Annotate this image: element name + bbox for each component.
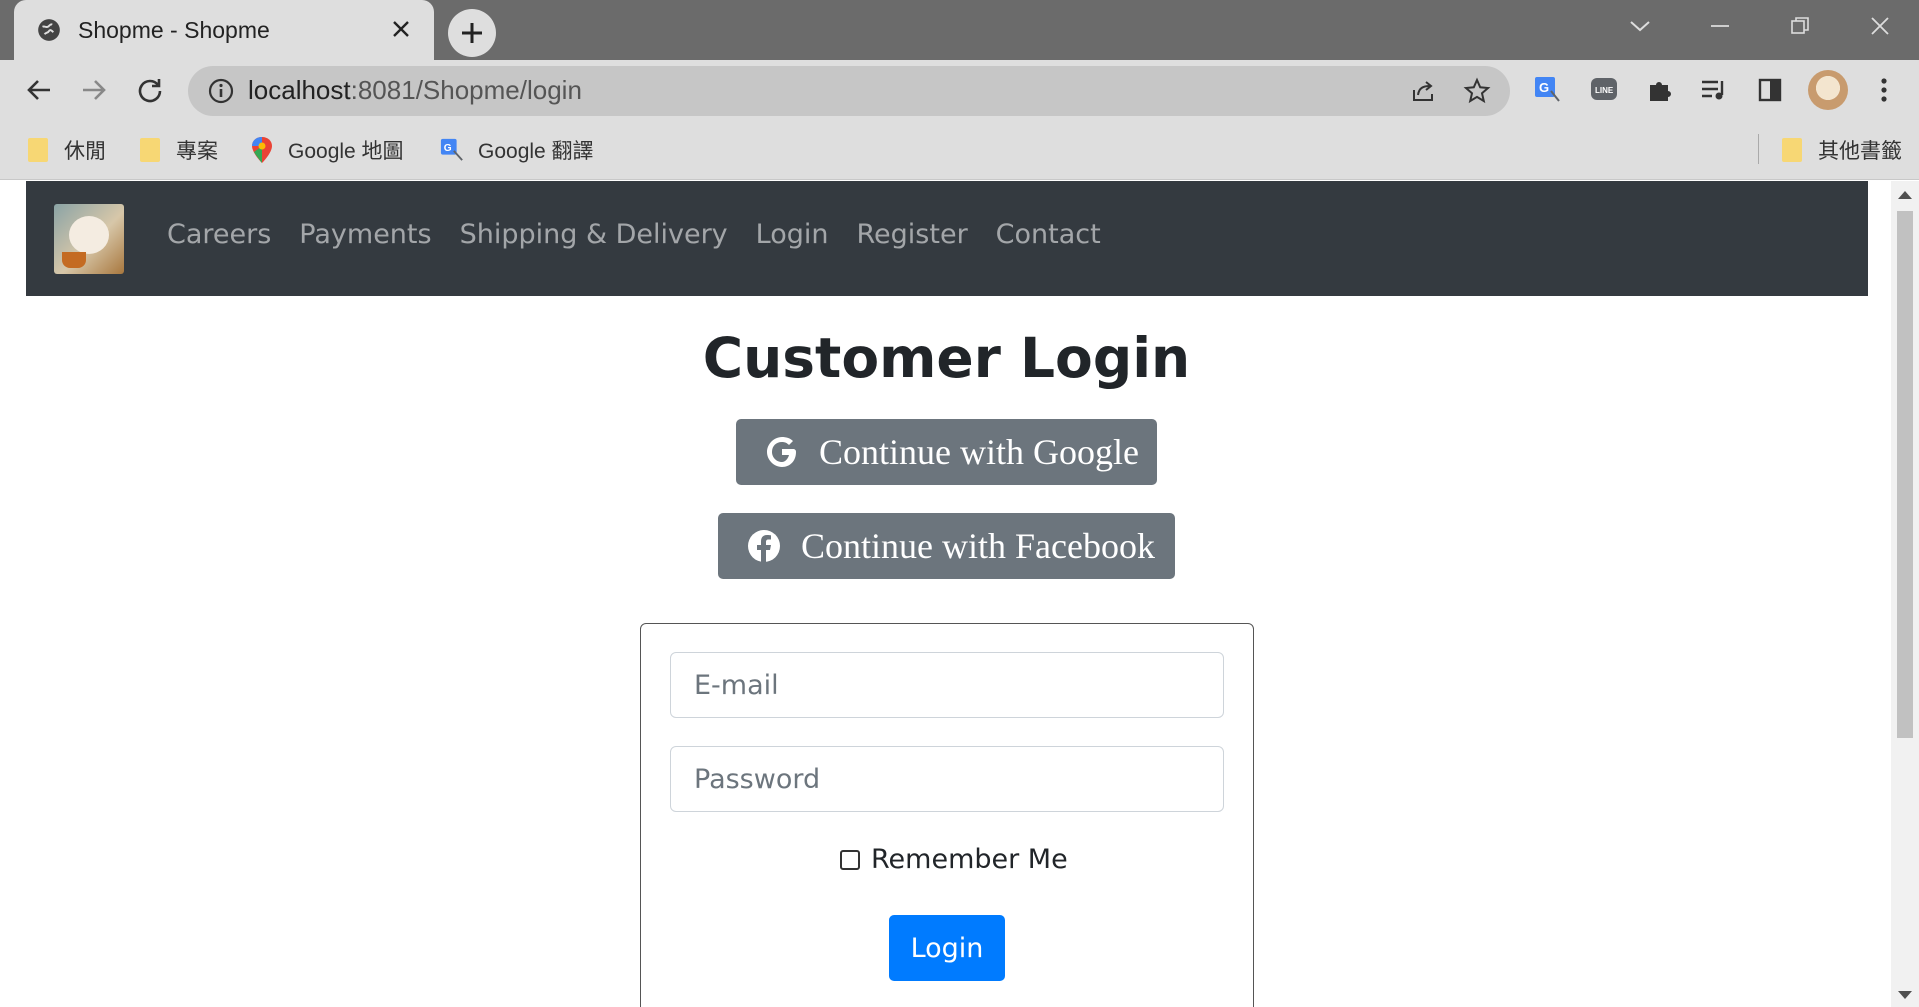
bookmark-google-maps[interactable]: Google 地圖 [250,133,404,167]
tab-title: Shopme - Shopme [78,16,270,43]
site-logo[interactable] [54,204,124,274]
other-bookmarks-folder[interactable]: 其他書籤 [1780,133,1902,167]
minimize-icon [1711,25,1729,27]
tab-strip: Shopme - Shopme [0,0,1919,60]
continue-with-facebook-button[interactable]: Continue with Facebook [718,513,1175,579]
share-icon[interactable] [1406,74,1440,108]
svg-text:LINE: LINE [1595,86,1614,95]
google-button-label: Continue with Google [819,432,1139,472]
nav-link-contact[interactable]: Contact [996,219,1101,250]
google-maps-icon [250,137,274,163]
email-field[interactable]: E-mail [670,652,1224,718]
globe-icon [38,19,60,41]
restore-icon [1791,17,1809,34]
svg-text:G: G [1539,80,1549,95]
chevron-down-icon [1630,21,1650,32]
bookmark-label: Google 地圖 [288,140,404,163]
nav-link-register[interactable]: Register [857,219,968,250]
nav-link-login[interactable]: Login [756,219,829,250]
remember-me-label: Remember Me [871,844,1068,875]
site-navbar: Careers Payments Shipping & Delivery Log… [26,181,1868,296]
back-button[interactable] [19,70,59,110]
facebook-icon [747,529,781,563]
login-form: E-mail Password Remember Me Login [640,623,1254,1007]
scroll-down-arrow[interactable] [1898,991,1912,999]
facebook-button-label: Continue with Facebook [801,526,1155,566]
folder-icon [1780,137,1804,163]
profile-avatar[interactable] [1808,70,1848,110]
arrow-left-icon [27,80,50,100]
login-button-label: Login [910,932,984,964]
info-icon[interactable] [206,76,236,106]
svg-text:G: G [444,143,452,154]
nav-link-payments[interactable]: Payments [299,219,431,250]
bookmark-label: 專案 [176,140,218,163]
page-title: Customer Login [702,326,1191,390]
restore-button[interactable] [1772,0,1828,52]
folder-icon [138,137,162,163]
reading-list-icon[interactable] [1694,70,1734,110]
url-path: :8081/Shopme/login [350,75,582,105]
page-scrollbar[interactable] [1891,181,1919,1007]
bookmark-folder-projects[interactable]: 專案 [138,133,218,167]
bookmark-label: 其他書籤 [1818,140,1902,163]
nav-link-shipping[interactable]: Shipping & Delivery [460,219,728,250]
nav-links: Careers Payments Shipping & Delivery Log… [167,219,1101,250]
extensions-puzzle-icon[interactable] [1640,70,1680,110]
arrow-right-icon [83,80,106,100]
bookmarks-bar: 休閒 專案 Google 地圖 G Google 翻譯 其他書籤 [0,120,1919,180]
tab-search-button[interactable] [1612,0,1668,52]
line-extension-icon[interactable]: LINE [1584,70,1624,110]
google-translate-extension-icon[interactable]: G [1528,70,1568,110]
password-placeholder: Password [694,763,821,795]
continue-with-google-button[interactable]: Continue with Google [736,419,1157,485]
page-viewport: Careers Payments Shipping & Delivery Log… [0,181,1919,1007]
plus-icon [462,23,482,43]
more-menu-icon[interactable] [1864,70,1904,110]
browser-tab[interactable]: Shopme - Shopme [14,0,434,60]
new-tab-button[interactable] [448,9,496,57]
minimize-button[interactable] [1692,0,1748,52]
google-icon [765,435,799,469]
remember-me-checkbox[interactable] [840,849,860,870]
bookmarks-divider [1758,134,1759,164]
nav-link-careers[interactable]: Careers [167,219,271,250]
login-submit-button[interactable]: Login [889,915,1005,981]
password-field[interactable]: Password [670,746,1224,812]
bookmark-label: Google 翻譯 [478,140,594,163]
forward-button[interactable] [74,70,114,110]
google-translate-icon: G [440,137,464,163]
folder-icon [26,137,50,163]
reload-button[interactable] [130,70,170,110]
side-panel-icon[interactable] [1750,70,1790,110]
close-window-button[interactable] [1852,0,1908,52]
bookmark-folder-leisure[interactable]: 休閒 [26,133,106,167]
scrollbar-thumb[interactable] [1897,211,1913,738]
reload-icon [138,79,162,103]
email-placeholder: E-mail [694,669,779,701]
url-host: localhost [248,75,351,105]
address-bar[interactable]: localhost:8081/Shopme/login [188,66,1510,116]
remember-me[interactable]: Remember Me [840,844,1068,875]
bookmark-google-translate[interactable]: G Google 翻譯 [440,133,594,167]
close-icon [1871,17,1889,35]
star-icon[interactable] [1460,74,1494,108]
tab-close-icon[interactable] [386,14,416,44]
url-text[interactable]: localhost:8081/Shopme/login [248,75,582,106]
bookmark-label: 休閒 [64,140,106,163]
scroll-up-arrow[interactable] [1898,191,1912,199]
browser-toolbar: localhost:8081/Shopme/login G LINE [0,60,1919,120]
